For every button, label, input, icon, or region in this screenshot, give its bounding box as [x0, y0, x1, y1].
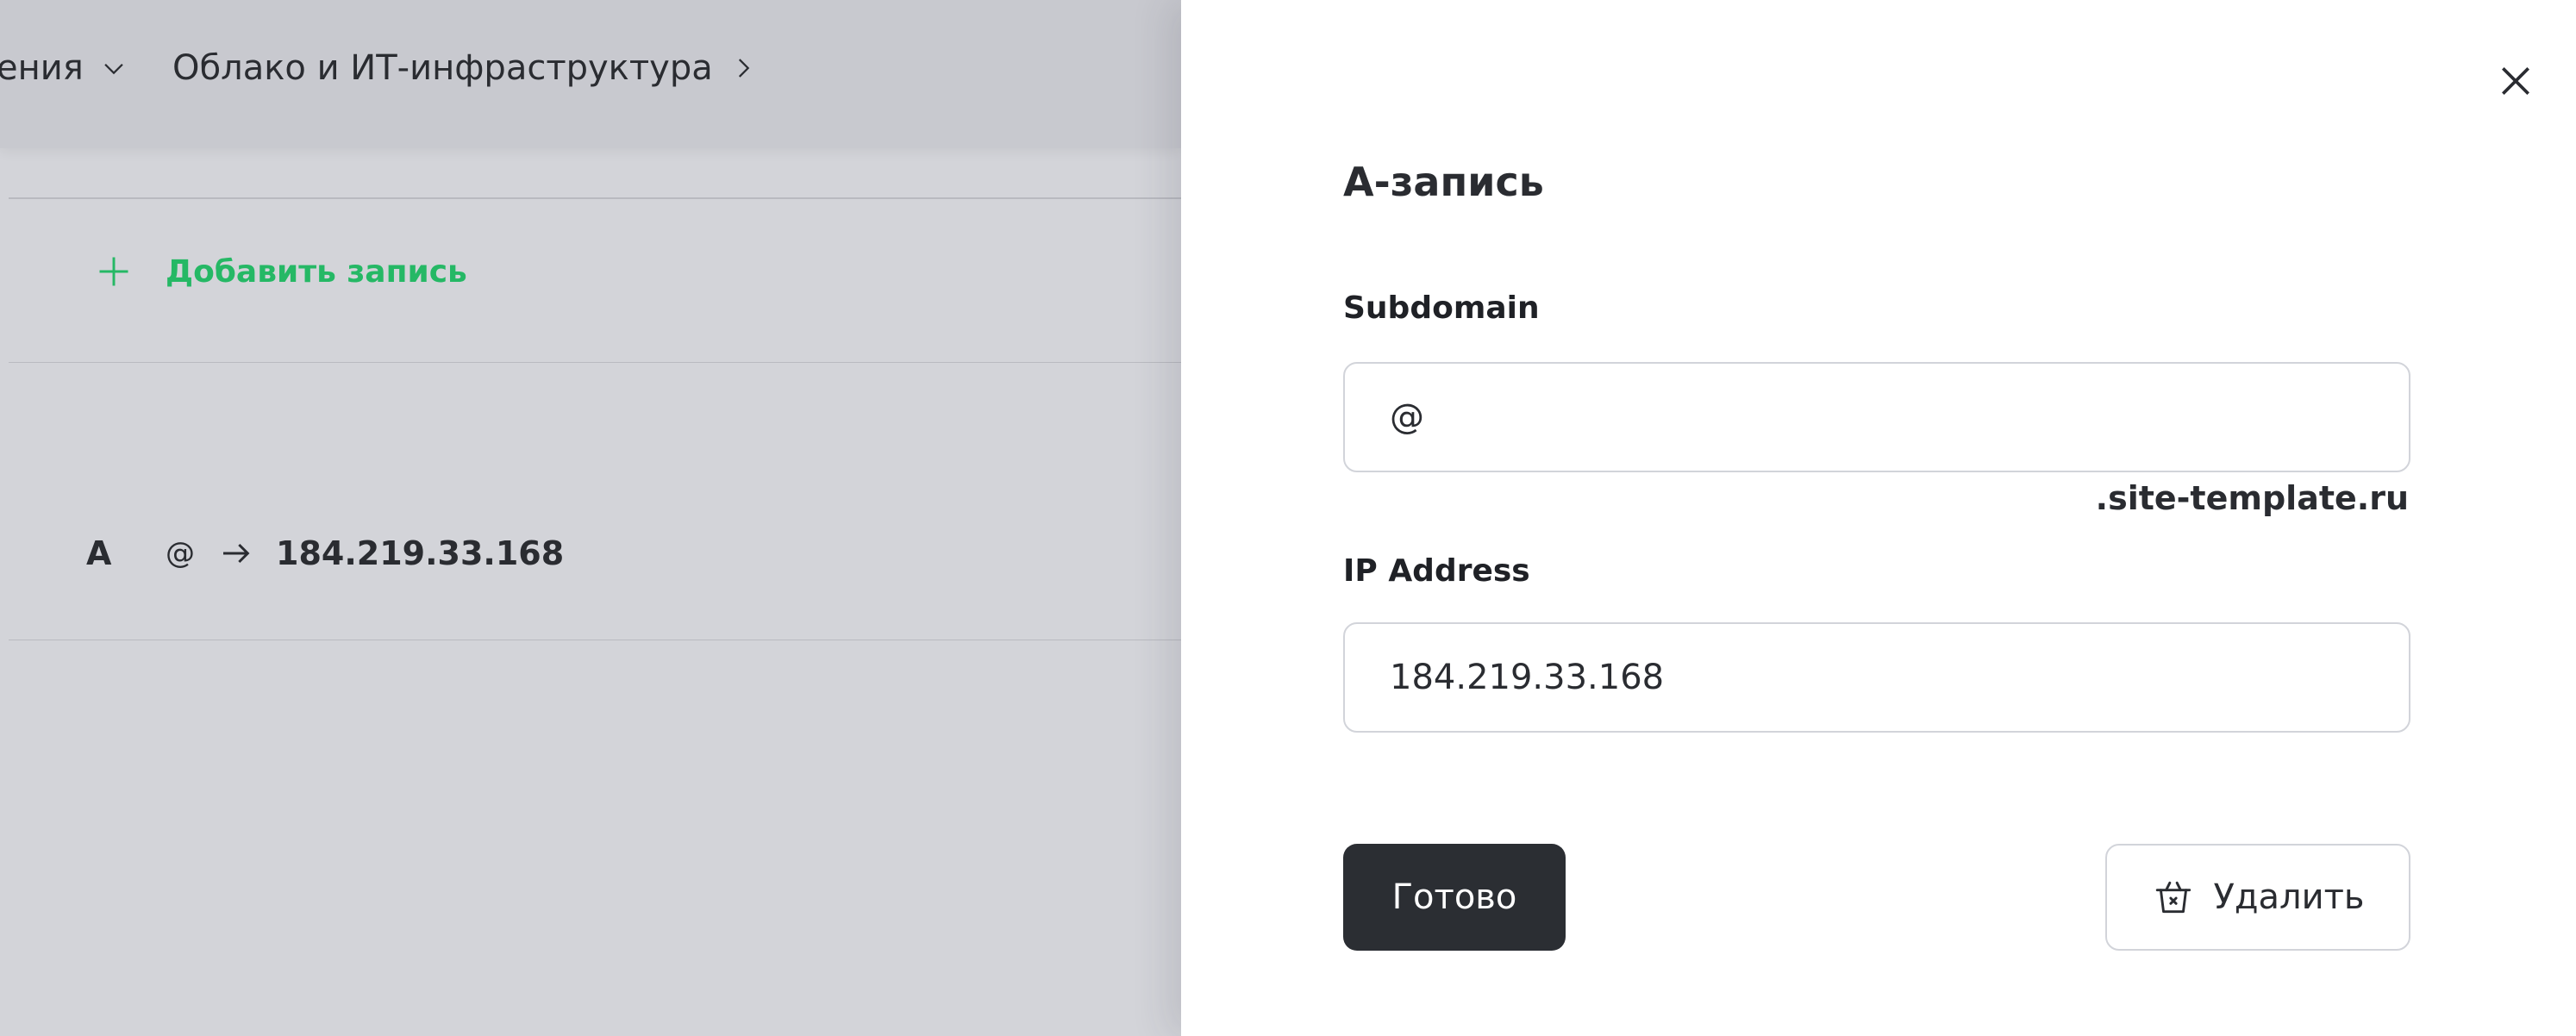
- nav-item-dropdown[interactable]: ения: [0, 48, 128, 88]
- background-page: ения Облако и ИТ-инфраструктура Добавить…: [0, 0, 1181, 1036]
- divider: [9, 197, 1181, 199]
- dns-record-row[interactable]: A @ 184.219.33.168: [86, 534, 564, 572]
- nav-item-label: Облако и ИТ-инфраструктура: [172, 48, 713, 88]
- divider: [9, 362, 1181, 363]
- close-icon: [2502, 67, 2529, 95]
- done-button-label: Готово: [1391, 877, 1517, 917]
- panel-title: A-запись: [1343, 159, 1544, 205]
- plus-icon: [99, 257, 128, 286]
- add-record-label: Добавить запись: [166, 253, 467, 290]
- ip-address-input[interactable]: 184.219.33.168: [1343, 622, 2410, 733]
- delete-button-label: Удалить: [2213, 877, 2365, 917]
- record-type: A: [86, 534, 112, 572]
- close-button[interactable]: [2497, 62, 2535, 100]
- done-button[interactable]: Готово: [1343, 844, 1566, 951]
- record-subdomain: @: [166, 536, 195, 571]
- top-nav: ения Облако и ИТ-инфраструктура: [0, 0, 1181, 148]
- ip-address-value: 184.219.33.168: [1390, 658, 1665, 697]
- chevron-right-icon: [738, 59, 749, 78]
- nav-item-label: ения: [0, 48, 84, 88]
- subdomain-value: @: [1390, 397, 1424, 437]
- nav-item-cloud[interactable]: Облако и ИТ-инфраструктура: [172, 48, 758, 88]
- trash-basket-icon: [2155, 881, 2191, 914]
- arrow-right-icon: [223, 543, 250, 564]
- record-value: 184.219.33.168: [276, 534, 565, 572]
- subdomain-input[interactable]: @: [1343, 362, 2410, 472]
- domain-suffix: .site-template.ru: [2095, 479, 2409, 517]
- app-root: ения Облако и ИТ-инфраструктура Добавить…: [0, 0, 2576, 1036]
- delete-button[interactable]: Удалить: [2105, 844, 2410, 951]
- subdomain-label: Subdomain: [1343, 290, 1540, 326]
- chevron-down-icon: [104, 63, 123, 75]
- add-record-button[interactable]: Добавить запись: [95, 253, 467, 290]
- ip-address-label: IP Address: [1343, 553, 1530, 589]
